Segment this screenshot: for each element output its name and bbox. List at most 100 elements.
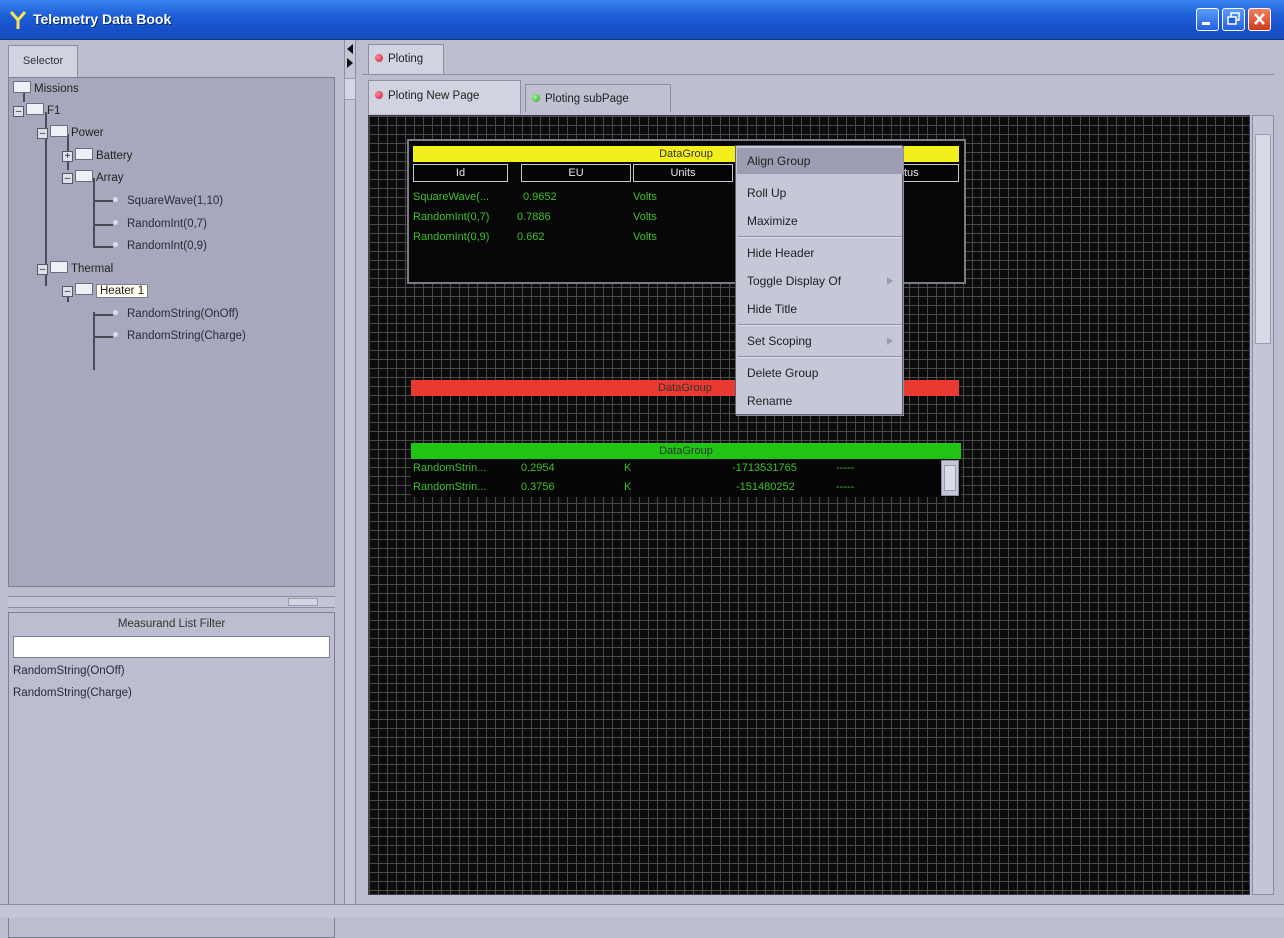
title-bar[interactable]: Telemetry Data Book bbox=[0, 0, 1284, 40]
splitter-knob[interactable] bbox=[344, 78, 356, 100]
table-cell-eu: 0.7886 bbox=[517, 211, 551, 223]
tree-node-f1[interactable]: – F1 bbox=[13, 101, 60, 121]
folder-icon bbox=[50, 125, 68, 137]
tree-connector bbox=[93, 178, 95, 248]
close-icon bbox=[1254, 13, 1265, 25]
table-cell-eu: 0.2954 bbox=[521, 462, 555, 474]
leaf-dot-icon bbox=[113, 220, 118, 225]
collapse-icon[interactable]: – bbox=[62, 286, 73, 297]
left-panel: Selector Missions – F1 – Power + Battery – A… bbox=[0, 40, 343, 938]
tree-connector bbox=[93, 200, 113, 202]
minimize-button[interactable] bbox=[1196, 8, 1219, 31]
column-header-id[interactable]: Id bbox=[413, 164, 508, 182]
menu-item-hide-header[interactable]: Hide Header bbox=[737, 240, 903, 266]
collapse-icon[interactable]: – bbox=[37, 264, 48, 275]
tree-connector bbox=[93, 246, 113, 248]
measurand-filter-panel: Measurand List Filter RandomString(OnOff… bbox=[8, 612, 335, 938]
table-cell-id: RandomInt(0,9) bbox=[413, 231, 490, 243]
tree-node-power[interactable]: – Power bbox=[37, 123, 104, 143]
folder-icon bbox=[75, 148, 93, 160]
collapse-arrows-icon[interactable] bbox=[344, 42, 356, 72]
tab-ploting-subpage[interactable]: Ploting subPage bbox=[525, 84, 671, 112]
menu-item-align-group[interactable]: Align Group bbox=[737, 148, 903, 174]
red-status-icon bbox=[375, 91, 383, 99]
column-header-units[interactable]: Units bbox=[633, 164, 733, 182]
menu-item-maximize[interactable]: Maximize bbox=[737, 208, 903, 234]
tree-leaf-measurand[interactable]: RandomInt(0,9) bbox=[113, 236, 207, 256]
tab-ploting[interactable]: Ploting bbox=[368, 44, 444, 74]
submenu-arrow-icon bbox=[887, 277, 893, 285]
tree-connector bbox=[93, 312, 95, 370]
tab-selector[interactable]: Selector bbox=[8, 45, 78, 77]
green-status-icon bbox=[532, 94, 540, 102]
table-cell-units: Volts bbox=[633, 211, 657, 223]
scrollbar-thumb[interactable] bbox=[944, 465, 956, 491]
mission-tree[interactable]: Missions – F1 – Power + Battery – Array Squa… bbox=[8, 77, 335, 587]
tab-ploting-new-page[interactable]: Ploting New Page bbox=[368, 80, 521, 114]
table-cell-units: Volts bbox=[633, 191, 657, 203]
menu-item-roll-up[interactable]: Roll Up bbox=[737, 180, 903, 206]
submenu-arrow-icon bbox=[887, 337, 893, 345]
data-group-body bbox=[411, 459, 961, 497]
menu-item-hide-title[interactable]: Hide Title bbox=[737, 296, 903, 322]
table-cell-id: RandomInt(0,7) bbox=[413, 211, 490, 223]
folder-icon bbox=[50, 261, 68, 273]
collapse-icon[interactable]: – bbox=[13, 106, 24, 117]
table-cell-eu: 0.662 bbox=[517, 231, 545, 243]
restore-icon bbox=[1227, 12, 1240, 25]
leaf-dot-icon bbox=[113, 242, 118, 247]
vertical-scrollbar[interactable] bbox=[1252, 115, 1274, 895]
tree-leaf-measurand[interactable]: RandomString(Charge) bbox=[113, 326, 246, 346]
vertical-splitter[interactable] bbox=[338, 40, 362, 904]
tree-node-array[interactable]: – Array bbox=[62, 168, 123, 188]
scrollbar-thumb[interactable] bbox=[1255, 134, 1271, 344]
splitter-bar[interactable] bbox=[344, 40, 356, 904]
filter-input[interactable] bbox=[13, 636, 330, 658]
restore-button[interactable] bbox=[1222, 8, 1245, 31]
close-button[interactable] bbox=[1248, 8, 1271, 31]
table-cell-status: ----- bbox=[836, 481, 855, 493]
context-menu[interactable]: Align Group Roll Up Maximize Hide Header… bbox=[735, 145, 903, 415]
data-group-title[interactable]: DataGroup bbox=[411, 443, 961, 459]
leaf-dot-icon bbox=[113, 197, 118, 202]
tree-connector bbox=[93, 336, 113, 338]
table-cell-raw: -151480252 bbox=[736, 481, 795, 493]
tree-connector bbox=[93, 224, 113, 226]
table-cell-eu: 0.3756 bbox=[521, 481, 555, 493]
minimize-icon bbox=[1202, 22, 1210, 25]
group-scrollbar[interactable] bbox=[941, 460, 959, 496]
filter-list-item[interactable]: RandomString(OnOff) bbox=[13, 665, 125, 677]
column-header-eu[interactable]: EU bbox=[521, 164, 631, 182]
tree-leaf-measurand[interactable]: RandomString(OnOff) bbox=[113, 304, 239, 324]
tree-node-missions[interactable]: Missions bbox=[13, 79, 79, 99]
folder-icon bbox=[75, 283, 93, 295]
filter-title: Measurand List Filter bbox=[117, 618, 226, 630]
menu-separator bbox=[738, 356, 902, 358]
menu-item-delete-group[interactable]: Delete Group bbox=[737, 360, 903, 386]
filter-list-item[interactable]: RandomString(Charge) bbox=[13, 687, 132, 699]
tree-node-thermal[interactable]: – Thermal bbox=[37, 259, 113, 279]
menu-item-rename[interactable]: Rename bbox=[737, 388, 903, 414]
splitter-grip[interactable] bbox=[288, 598, 318, 606]
tree-leaf-measurand[interactable]: SquareWave(1,10) bbox=[113, 191, 223, 211]
table-cell-status: ----- bbox=[836, 462, 855, 474]
tree-node-heater-1[interactable]: – Heater 1 bbox=[62, 281, 149, 301]
expand-icon[interactable]: + bbox=[62, 151, 73, 162]
collapse-icon[interactable]: – bbox=[37, 128, 48, 139]
table-cell-id: RandomStrin... bbox=[413, 481, 487, 493]
collapse-icon[interactable]: – bbox=[62, 173, 73, 184]
tree-node-battery[interactable]: + Battery bbox=[62, 146, 132, 166]
menu-item-toggle-display-of[interactable]: Toggle Display Of bbox=[737, 268, 903, 294]
leaf-dot-icon bbox=[113, 310, 118, 315]
table-cell-id: RandomStrin... bbox=[413, 462, 487, 474]
menu-separator bbox=[738, 236, 902, 238]
table-cell-units: K bbox=[624, 462, 632, 474]
tab-divider bbox=[362, 74, 1274, 75]
status-bar bbox=[0, 904, 1284, 918]
leaf-dot-icon bbox=[113, 332, 118, 337]
tree-leaf-measurand[interactable]: RandomInt(0,7) bbox=[113, 214, 207, 234]
menu-separator bbox=[738, 324, 902, 326]
folder-icon bbox=[13, 81, 31, 93]
horizontal-splitter[interactable] bbox=[8, 596, 335, 608]
menu-item-set-scoping[interactable]: Set Scoping bbox=[737, 328, 903, 354]
